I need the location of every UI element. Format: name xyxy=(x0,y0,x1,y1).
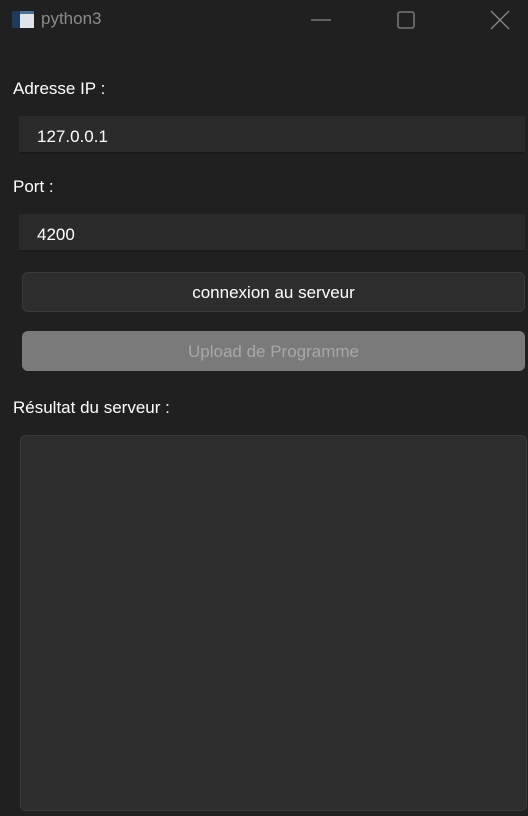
ip-label: Adresse IP : xyxy=(13,79,106,98)
app-window: python3 Adresse IP : 127.0.0.1 Port : 42… xyxy=(0,0,528,816)
port-input[interactable]: 4200 xyxy=(19,214,525,252)
server-result-label: Résultat du serveur : xyxy=(13,398,170,417)
maximize-icon xyxy=(397,11,415,29)
title-bar[interactable]: python3 xyxy=(0,0,528,46)
port-value: 4200 xyxy=(37,225,75,244)
ip-address-input[interactable]: 127.0.0.1 xyxy=(19,116,525,154)
close-icon xyxy=(490,10,510,30)
server-result-output[interactable] xyxy=(20,435,527,811)
ip-address-value: 127.0.0.1 xyxy=(37,127,108,146)
minimize-button[interactable] xyxy=(298,0,344,40)
upload-program-button[interactable]: Upload de Programme xyxy=(22,331,525,371)
python-app-icon xyxy=(12,11,34,28)
connect-button[interactable]: connexion au serveur xyxy=(22,272,525,312)
window-title: python3 xyxy=(41,9,102,28)
minimize-icon xyxy=(311,19,331,21)
maximize-button[interactable] xyxy=(383,0,429,40)
port-label: Port : xyxy=(13,177,54,196)
close-button[interactable] xyxy=(477,0,523,40)
